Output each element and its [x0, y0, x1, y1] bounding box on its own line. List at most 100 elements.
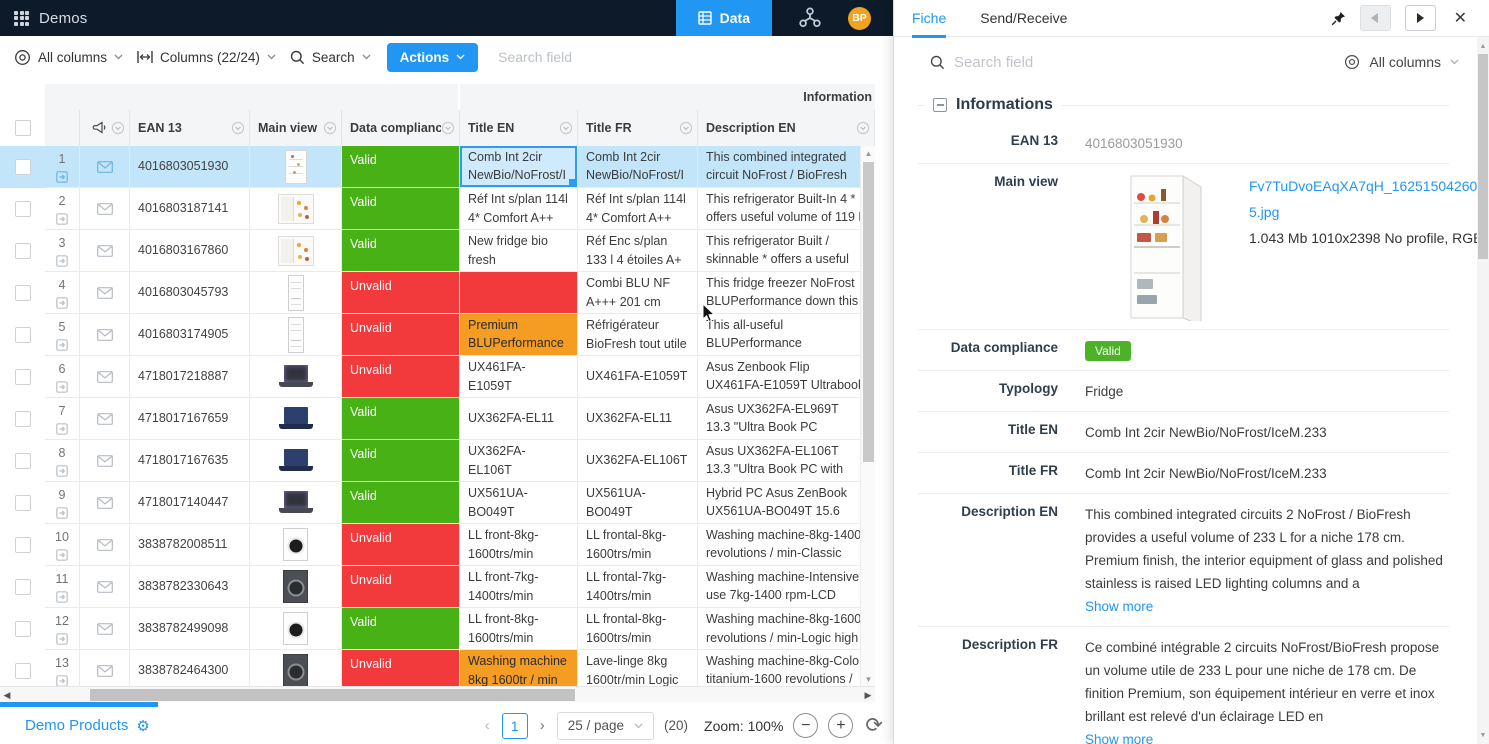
- title-en-cell[interactable]: [460, 272, 578, 314]
- description-en-cell[interactable]: Hybrid PC Asus ZenBook UX561UA-BO049T 15…: [698, 482, 875, 524]
- app-grid-menu-icon[interactable]: [14, 11, 29, 26]
- title-fr-cell[interactable]: Lave-linge 8kg 1600tr/min Logic: [578, 650, 698, 686]
- data-compliance-cell[interactable]: Valid: [342, 608, 460, 650]
- open-record-icon[interactable]: [56, 465, 68, 477]
- table-row[interactable]: 7 4718017167659 Valid UX362FA-EL11 UX362…: [0, 398, 875, 440]
- title-fr-cell[interactable]: UX362FA-EL106T: [578, 440, 698, 482]
- field-value[interactable]: Fridge: [1085, 380, 1449, 403]
- envelope-icon[interactable]: [97, 581, 113, 593]
- row-checkbox[interactable]: [15, 369, 31, 385]
- main-view-cell[interactable]: [250, 314, 342, 356]
- envelope-icon[interactable]: [97, 287, 113, 299]
- table-row[interactable]: 13 3838782464300 Unvalid Washing machine…: [0, 650, 875, 686]
- table-row[interactable]: 4 4016803045793 Unvalid Combi BLU NF A++…: [0, 272, 875, 314]
- main-view-cell[interactable]: [250, 524, 342, 566]
- prev-page-button[interactable]: ‹: [483, 717, 492, 734]
- tab-send-receive[interactable]: Send/Receive: [980, 0, 1067, 37]
- field-value[interactable]: Comb Int 2cir NewBio/NoFrost/IceM.233: [1085, 421, 1449, 444]
- filter-icon[interactable]: [323, 121, 337, 135]
- envelope-icon[interactable]: [97, 245, 113, 257]
- open-record-icon[interactable]: [56, 171, 68, 183]
- column-header-title-en[interactable]: Title EN: [460, 110, 578, 146]
- title-fr-cell[interactable]: UX461FA-E1059T: [578, 356, 698, 398]
- title-en-cell[interactable]: Premium BLUPerformance All-: [460, 314, 578, 356]
- row-checkbox[interactable]: [15, 663, 31, 679]
- table-row[interactable]: 1 4016803051930 Valid Comb Int 2cir NewB…: [0, 146, 875, 188]
- title-en-cell[interactable]: Comb Int 2cir NewBio/NoFrost/IceM.233: [460, 146, 578, 188]
- table-row[interactable]: 6 4718017218887 Unvalid UX461FA-E1059T U…: [0, 356, 875, 398]
- all-columns-filter[interactable]: All columns: [14, 49, 123, 66]
- envelope-icon[interactable]: [97, 539, 113, 551]
- title-fr-cell[interactable]: Réf Int s/plan 114l 4* Comfort A++: [578, 188, 698, 230]
- ean-cell[interactable]: 4016803167860: [130, 230, 250, 272]
- main-view-cell[interactable]: [250, 146, 342, 188]
- table-row[interactable]: 9 4718017140447 Valid UX561UA-BO049T UX5…: [0, 482, 875, 524]
- page-size-select[interactable]: 25 / page: [557, 712, 654, 740]
- main-view-cell[interactable]: [250, 650, 342, 686]
- current-page[interactable]: 1: [502, 713, 528, 739]
- previous-record-button[interactable]: [1360, 5, 1391, 31]
- table-row[interactable]: 10 3838782008511 Unvalid LL front-8kg-16…: [0, 524, 875, 566]
- row-checkbox[interactable]: [15, 453, 31, 469]
- next-page-button[interactable]: ›: [538, 717, 547, 734]
- ean-cell[interactable]: 4016803051930: [130, 146, 250, 188]
- title-en-cell[interactable]: UX561UA-BO049T: [460, 482, 578, 524]
- description-en-cell[interactable]: Washing machine-8kg-1400 revolutions / m…: [698, 524, 875, 566]
- close-panel-icon[interactable]: ✕: [1450, 8, 1471, 28]
- envelope-icon[interactable]: [97, 623, 113, 635]
- vertical-scroll-thumb[interactable]: [1478, 54, 1488, 259]
- table-vertical-scrollbar[interactable]: ▲ ▼: [860, 146, 875, 686]
- ean-cell[interactable]: 4718017218887: [130, 356, 250, 398]
- data-compliance-cell[interactable]: Unvalid: [342, 314, 460, 356]
- title-fr-cell[interactable]: LL frontal-7kg-1400trs/min: [578, 566, 698, 608]
- data-compliance-cell[interactable]: Unvalid: [342, 566, 460, 608]
- description-en-cell[interactable]: Washing machine-Intensive use 7kg-1400 r…: [698, 566, 875, 608]
- asset-file-link[interactable]: Fv7TuDvoEAqXA7qH_1625150426065.jpg: [1249, 173, 1477, 225]
- description-en-cell[interactable]: This refrigerator Built-In 4 * offers us…: [698, 188, 875, 230]
- data-compliance-cell[interactable]: Valid: [342, 398, 460, 440]
- description-en-cell[interactable]: This fridge freezer NoFrost BLUPerforman…: [698, 272, 875, 314]
- open-record-icon[interactable]: [56, 213, 68, 225]
- zoom-in-button[interactable]: +: [828, 713, 853, 738]
- open-record-icon[interactable]: [56, 591, 68, 603]
- envelope-icon[interactable]: [97, 203, 113, 215]
- connections-icon[interactable]: [798, 6, 822, 30]
- data-compliance-cell[interactable]: Valid: [342, 188, 460, 230]
- envelope-icon[interactable]: [97, 497, 113, 509]
- row-checkbox[interactable]: [15, 579, 31, 595]
- row-checkbox[interactable]: [15, 411, 31, 427]
- row-checkbox[interactable]: [15, 537, 31, 553]
- user-avatar[interactable]: BP: [848, 7, 871, 30]
- data-compliance-cell[interactable]: Unvalid: [342, 650, 460, 686]
- notify-column-header[interactable]: [80, 110, 130, 146]
- description-en-cell[interactable]: Asus UX362FA-EL969T 13.3 "Ultra Book PC …: [698, 398, 875, 440]
- description-en-cell[interactable]: Asus UX362FA-EL106T 13.3 "Ultra Book PC …: [698, 440, 875, 482]
- tab-data[interactable]: Data: [676, 0, 772, 36]
- filter-icon[interactable]: [111, 121, 125, 135]
- open-record-icon[interactable]: [56, 507, 68, 519]
- column-header-data-compliance[interactable]: Data compliance: [342, 110, 460, 146]
- vertical-scroll-thumb[interactable]: [863, 162, 874, 462]
- scroll-down-arrow[interactable]: ▼: [1477, 728, 1489, 742]
- ean-cell[interactable]: 3838782464300: [130, 650, 250, 686]
- title-fr-cell[interactable]: UX362FA-EL11: [578, 398, 698, 440]
- open-record-icon[interactable]: [56, 297, 68, 309]
- scroll-up-arrow[interactable]: ▲: [1477, 39, 1489, 53]
- main-view-cell[interactable]: [250, 482, 342, 524]
- table-row[interactable]: 8 4718017167635 Valid UX362FA-EL106T UX3…: [0, 440, 875, 482]
- search-menu[interactable]: Search: [290, 50, 371, 65]
- filter-icon[interactable]: [559, 121, 573, 135]
- envelope-icon[interactable]: [97, 665, 113, 677]
- row-checkbox[interactable]: [15, 159, 31, 175]
- title-en-cell[interactable]: Réf Int s/plan 114l 4* Comfort A++: [460, 188, 578, 230]
- field-value[interactable]: This combined integrated circuits 2 NoFr…: [1085, 507, 1443, 591]
- field-value[interactable]: Comb Int 2cir NewBio/NoFrost/IceM.233: [1085, 462, 1449, 485]
- description-en-cell[interactable]: This all-useful BLUPerformance refrigera…: [698, 314, 875, 356]
- show-more-link[interactable]: Show more: [1085, 728, 1449, 744]
- tab-fiche[interactable]: Fiche: [912, 0, 946, 37]
- filter-icon[interactable]: [679, 121, 693, 135]
- show-more-link[interactable]: Show more: [1085, 595, 1449, 618]
- select-all-checkbox[interactable]: [15, 120, 31, 136]
- panel-vertical-scrollbar[interactable]: ▲ ▼: [1477, 37, 1489, 744]
- informations-section-header[interactable]: Informations: [918, 87, 1449, 123]
